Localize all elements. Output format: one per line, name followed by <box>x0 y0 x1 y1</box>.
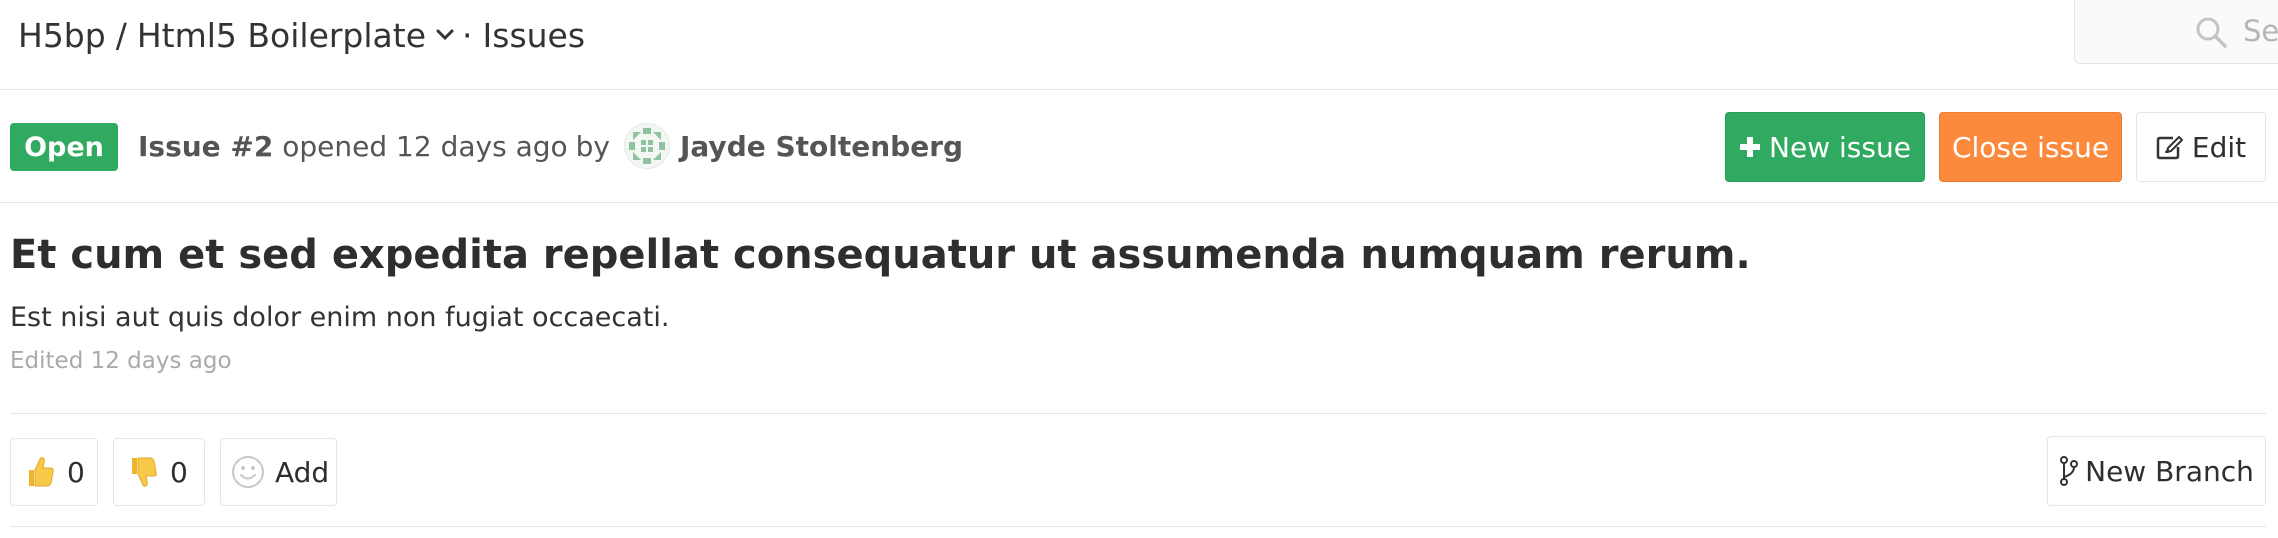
breadcrumb: H5bp / Html5 Boilerplate · Issues <box>18 10 585 60</box>
issue-meta: Issue #2 opened 12 days ago by Jayde Sto… <box>138 121 963 171</box>
pencil-square-icon <box>2156 134 2184 160</box>
section-separator: · <box>462 15 473 55</box>
divider <box>10 413 2266 414</box>
thumbs-up-icon <box>25 455 55 489</box>
search-icon <box>2195 16 2227 52</box>
top-bar: H5bp / Html5 Boilerplate · Issues Sea <box>0 0 2278 90</box>
branch-icon <box>2059 455 2079 487</box>
issue-description: Est nisi aut quis dolor enim non fugiat … <box>10 302 670 333</box>
breadcrumb-section[interactable]: Issues <box>483 16 586 55</box>
smiley-icon <box>231 455 265 489</box>
new-branch-label: New Branch <box>2085 454 2254 488</box>
issue-header: Open Issue #2 opened 12 days ago by Jayd… <box>0 91 2278 203</box>
issue-by-text: by <box>575 129 610 163</box>
avatar[interactable] <box>623 123 670 169</box>
new-issue-label: New issue <box>1769 130 1911 164</box>
new-branch-button[interactable]: New Branch <box>2047 436 2266 506</box>
thumbs-down-award-button[interactable]: 0 <box>113 438 205 506</box>
chevron-down-icon[interactable] <box>436 29 454 41</box>
divider <box>10 526 2266 527</box>
status-badge: Open <box>10 123 118 171</box>
breadcrumb-separator: / <box>115 15 127 55</box>
edit-label: Edit <box>2191 130 2247 164</box>
edited-timestamp: Edited 12 days ago <box>10 348 232 374</box>
issue-opened-text: opened 12 days ago <box>282 129 568 163</box>
thumbs-up-award-button[interactable]: 0 <box>10 438 98 506</box>
plus-icon <box>1739 136 1761 158</box>
breadcrumb-project[interactable]: Html5 Boilerplate <box>137 16 426 55</box>
close-issue-button[interactable]: Close issue <box>1939 112 2122 182</box>
add-emoji-label: Add <box>275 455 330 489</box>
edit-button[interactable]: Edit <box>2136 112 2266 182</box>
thumbs-up-count: 0 <box>67 455 85 489</box>
breadcrumb-namespace[interactable]: H5bp <box>18 16 106 55</box>
search-input[interactable]: Sea <box>2074 0 2278 64</box>
issue-number: Issue #2 <box>138 129 274 163</box>
thumbs-down-count: 0 <box>170 455 188 489</box>
issue-title: Et cum et sed expedita repellat consequa… <box>10 232 1751 278</box>
new-issue-button[interactable]: New issue <box>1725 112 1925 182</box>
thumbs-down-icon <box>128 455 158 489</box>
add-emoji-button[interactable]: Add <box>220 438 337 506</box>
issue-author[interactable]: Jayde Stoltenberg <box>680 130 963 163</box>
close-issue-label: Close issue <box>1951 130 2110 164</box>
search-placeholder: Sea <box>2243 14 2278 48</box>
